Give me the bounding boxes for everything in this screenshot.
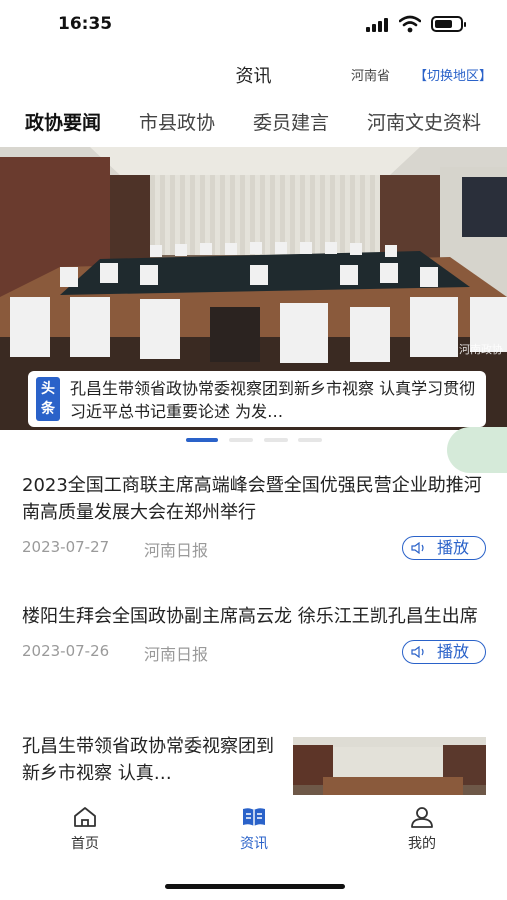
carousel-dot[interactable] (298, 438, 322, 442)
home-indicator (165, 884, 345, 889)
nav-home-label: 首页 (71, 836, 99, 852)
news-thumbnail (293, 737, 486, 795)
headline-caption-text: 孔昌生带领省政协常委视察团到新乡市视察 认真学习贯彻习近平总书记重要论述 为发… (70, 379, 476, 421)
current-region: 河南省 (351, 69, 391, 84)
news-item[interactable]: 楼阳生拜会全国政协副主席高云龙 徐乐江王凯孔昌生出席 2023-07-26 河南… (22, 603, 492, 666)
tab-henan-history[interactable]: 河南文史资料 (367, 108, 481, 135)
nav-profile-label: 我的 (408, 836, 436, 852)
wifi-icon (399, 15, 421, 33)
news-title: 孔昌生带领省政协常委视察团到新乡市视察 认真… (22, 736, 274, 784)
news-title: 楼阳生拜会全国政协副主席高云龙 徐乐江王凯孔昌生出席 (22, 606, 478, 627)
news-date: 2023-07-26 (22, 642, 110, 660)
user-icon (411, 807, 433, 828)
status-time: 16:35 (58, 14, 113, 34)
play-button[interactable]: 播放 (402, 640, 486, 664)
news-source: 河南日报 (144, 541, 209, 560)
signal-icon (366, 18, 390, 32)
carousel-dot[interactable] (186, 438, 218, 442)
news-item[interactable]: 孔昌生带领省政协常委视察团到新乡市视察 认真… (22, 733, 492, 795)
play-button[interactable]: 播放 (402, 536, 486, 560)
switch-region-link[interactable]: 【切换地区】 (414, 65, 492, 84)
carousel-dot[interactable] (264, 438, 288, 442)
news-item[interactable]: 2023全国工商联主席高端峰会暨全国优强民营企业助推河南高质量发展大会在郑州举行… (22, 472, 492, 562)
carousel-dot[interactable] (229, 438, 253, 442)
floating-assistant-button[interactable] (447, 427, 507, 473)
home-icon (74, 807, 96, 827)
news-source: 河南日报 (144, 645, 209, 664)
headline-badge: 头条 (36, 377, 60, 421)
news-title: 2023全国工商联主席高端峰会暨全国优强民营企业助推河南高质量发展大会在郑州举行 (22, 475, 482, 523)
status-bar: 16:35 (0, 0, 507, 48)
news-book-icon (243, 808, 265, 826)
nav-news[interactable]: 资讯 (214, 805, 294, 853)
tab-politics-news[interactable]: 政协要闻 (25, 108, 101, 135)
news-date: 2023-07-27 (22, 538, 110, 556)
speaker-icon (411, 646, 424, 658)
nav-home[interactable]: 首页 (45, 805, 125, 853)
news-meta: 2023-07-27 河南日报 播放 (22, 536, 492, 562)
play-label: 播放 (437, 538, 470, 557)
nav-profile[interactable]: 我的 (382, 805, 462, 853)
category-tabs: 政协要闻 市县政协 委员建言 河南文史资料 (0, 104, 507, 144)
bottom-nav: 首页 资讯 我的 (0, 797, 507, 859)
source-watermark: 河南政协 (459, 343, 503, 356)
play-label: 播放 (437, 642, 470, 661)
speaker-icon (411, 542, 424, 554)
tab-county-cppcc[interactable]: 市县政协 (139, 108, 215, 135)
news-meta: 2023-07-26 河南日报 播放 (22, 640, 492, 666)
tab-member-proposals[interactable]: 委员建言 (253, 108, 329, 135)
headline-caption[interactable]: 头条 孔昌生带领省政协常委视察团到新乡市视察 认真学习贯彻习近平总书记重要论述 … (28, 371, 486, 427)
nav-news-label: 资讯 (240, 836, 268, 852)
battery-icon (431, 16, 466, 32)
